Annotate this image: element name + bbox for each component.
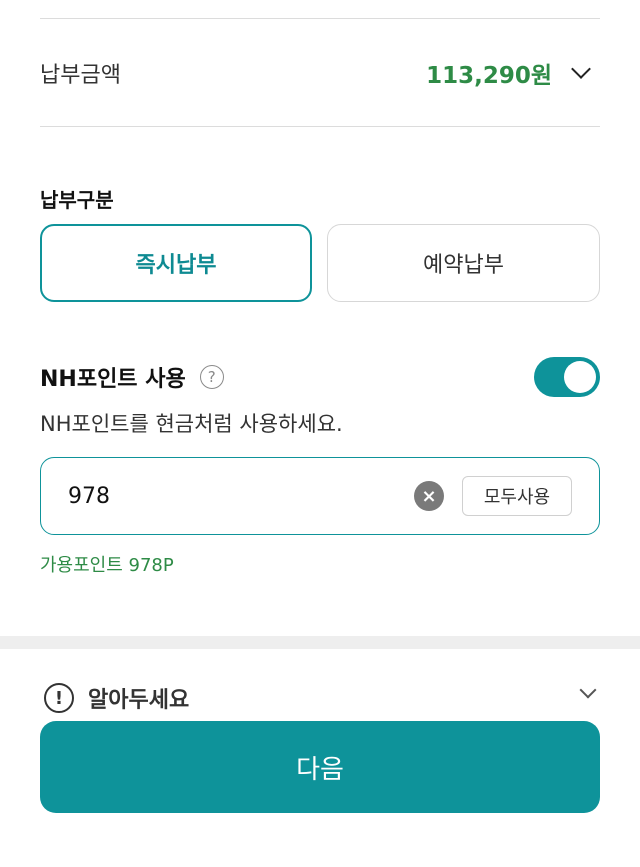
nh-points-title-group: NH포인트 사용 ?: [40, 361, 224, 393]
amount-divider: [40, 126, 600, 127]
next-button[interactable]: 다음: [40, 721, 600, 813]
option-scheduled-payment[interactable]: 예약납부: [327, 224, 600, 302]
payment-amount-value-group[interactable]: 113,290원: [426, 56, 600, 90]
use-all-button[interactable]: 모두사용: [462, 476, 572, 516]
exclamation-icon: !: [44, 683, 74, 713]
chevron-down-icon[interactable]: [571, 59, 591, 79]
nh-points-input-box: × 모두사용: [40, 457, 600, 535]
chevron-down-icon[interactable]: [579, 681, 597, 699]
payment-amount-label: 납부금액: [40, 63, 121, 88]
available-points: 가용포인트 978P: [40, 555, 174, 576]
nh-points-input[interactable]: [41, 482, 414, 510]
nh-points-toggle[interactable]: [534, 357, 600, 397]
nh-points-header: NH포인트 사용 ?: [40, 356, 600, 398]
clear-icon[interactable]: ×: [414, 481, 444, 511]
payment-amount-value: 113,290원: [426, 63, 552, 89]
nh-points-title: NH포인트 사용: [40, 367, 186, 392]
payment-amount-row[interactable]: 납부금액 113,290원: [40, 20, 600, 126]
toggle-knob: [564, 361, 596, 393]
top-divider: [40, 18, 600, 19]
help-icon[interactable]: ?: [199, 365, 224, 389]
notice-label: 알아두세요: [88, 688, 190, 713]
notice-row[interactable]: ! 알아두세요: [40, 676, 600, 720]
payment-type-label: 납부구분: [40, 188, 114, 212]
option-immediate-payment[interactable]: 즉시납부: [40, 224, 312, 302]
nh-points-description: NH포인트를 현금처럼 사용하세요.: [40, 412, 343, 436]
notice-left: ! 알아두세요: [40, 682, 189, 714]
section-separator: [0, 636, 640, 649]
